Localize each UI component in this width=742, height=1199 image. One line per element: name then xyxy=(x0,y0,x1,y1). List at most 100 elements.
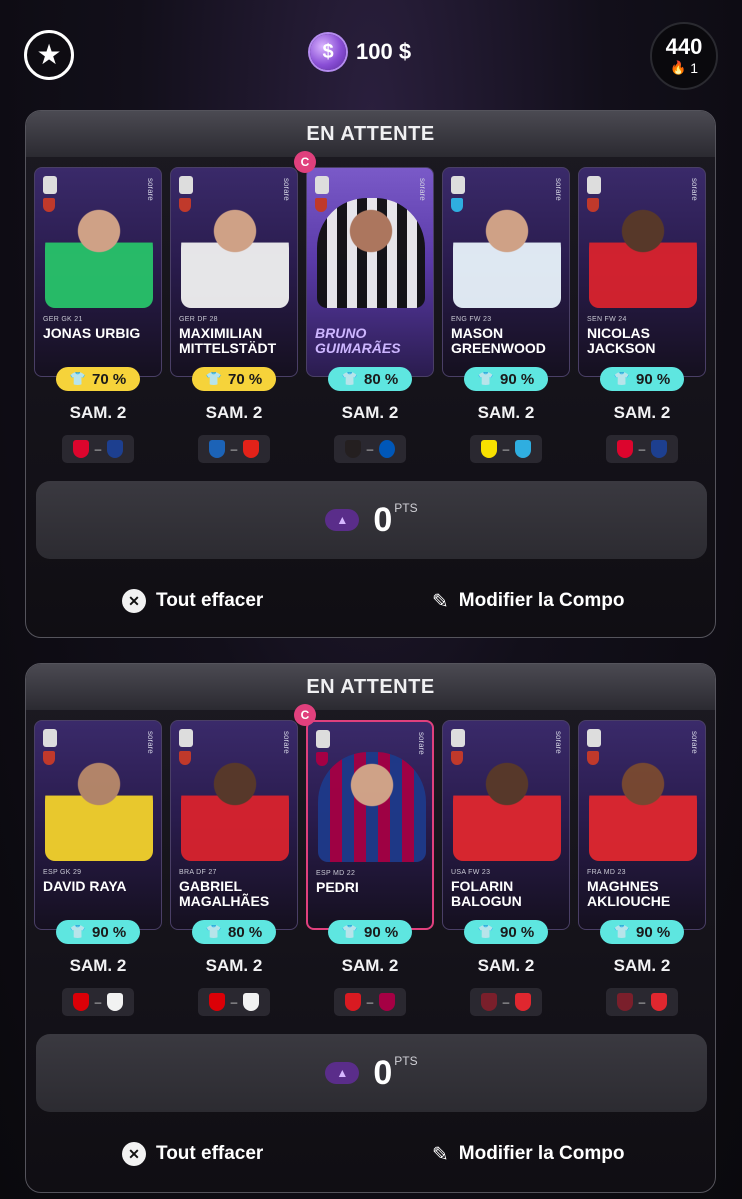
fixture[interactable]: – xyxy=(470,435,542,463)
player-card[interactable]: sorare GER DF 28 MAXIMILIAN MITTELSTÄDT … xyxy=(170,167,298,463)
club-icon xyxy=(43,198,55,212)
streak-count: 1 xyxy=(690,60,698,76)
bonus-value: 90 % xyxy=(499,923,535,941)
player-name: GABRIEL MAGALHÃES xyxy=(179,878,270,909)
pts-label: PTS xyxy=(394,500,418,515)
shirt-icon: 👕 xyxy=(69,371,86,386)
player-name: MAXIMILIAN MITTELSTÄDT xyxy=(179,325,277,356)
fixture[interactable]: – xyxy=(334,435,406,463)
match-day: SAM. 2 xyxy=(341,403,399,422)
bonus-pill: 👕 70 % xyxy=(56,367,140,391)
bonus-value: 90 % xyxy=(635,370,671,388)
match-day: SAM. 2 xyxy=(205,956,263,975)
bonus-pill: 👕 90 % xyxy=(600,920,684,944)
player-meta: SEN FW 24 xyxy=(587,316,627,323)
brand-label: sorare xyxy=(146,178,155,201)
league-icon xyxy=(315,176,329,194)
player-meta: ESP GK 29 xyxy=(43,869,82,876)
player-card[interactable]: sorare SEN FW 24 NICOLAS JACKSON 👕 90 % S… xyxy=(578,167,706,463)
player-card[interactable]: sorare BRA DF 27 GABRIEL MAGALHÃES 👕 80 %… xyxy=(170,720,298,1016)
balance[interactable]: $ 100 $ xyxy=(310,32,411,72)
player-photo xyxy=(181,198,289,308)
coin-icon: $ xyxy=(310,34,346,70)
home-crest-icon xyxy=(344,993,361,1011)
shirt-icon: 👕 xyxy=(477,371,494,386)
home-crest-icon xyxy=(616,440,633,458)
close-icon: ✕ xyxy=(122,589,146,613)
away-crest-icon xyxy=(651,993,668,1011)
brand-label: sorare xyxy=(282,731,291,754)
player-card[interactable]: sorare ESP MD 22 PEDRI 👕 90 % SAM. 2 – xyxy=(306,720,434,1016)
brand-label: sorare xyxy=(146,731,155,754)
points-value: 0 xyxy=(373,1053,393,1092)
lineup-status: EN ATTENTE xyxy=(26,664,715,710)
player-name: FOLARIN BALOGUN xyxy=(451,878,522,909)
card-art: sorare FRA MD 23 MAGHNES AKLIOUCHE xyxy=(578,720,706,930)
player-photo xyxy=(589,198,697,308)
club-icon xyxy=(179,751,191,765)
player-meta: ENG FW 23 xyxy=(451,316,492,323)
fixture[interactable]: – xyxy=(470,988,542,1016)
match-day: SAM. 2 xyxy=(69,956,127,975)
match-day: SAM. 2 xyxy=(613,403,671,422)
club-icon xyxy=(587,751,599,765)
balance-amount: 100 $ xyxy=(356,39,412,64)
player-meta: ESP MD 22 xyxy=(316,870,356,877)
card-art: sorare ESP MD 22 PEDRI xyxy=(306,720,434,930)
fixture[interactable]: – xyxy=(62,435,134,463)
player-card[interactable]: sorare FRA MD 23 MAGHNES AKLIOUCHE 👕 90 %… xyxy=(578,720,706,1016)
player-card[interactable]: sorare ENG FW 23 MASON GREENWOOD 👕 90 % S… xyxy=(442,167,570,463)
shirt-icon: 👕 xyxy=(69,924,86,939)
bonus-value: 70 % xyxy=(91,370,127,388)
boost-icon[interactable]: ▲ xyxy=(325,509,360,531)
fixture[interactable]: – xyxy=(606,435,678,463)
edit-label: Modifier la Compo xyxy=(458,1143,625,1164)
star-icon[interactable]: ★ xyxy=(24,30,74,80)
brand-label: sorare xyxy=(418,178,427,201)
edit-lineup-button[interactable]: ✎ Modifier la Compo xyxy=(432,1134,625,1174)
player-photo xyxy=(318,752,426,862)
player-card[interactable]: sorare USA FW 23 FOLARIN BALOGUN 👕 90 % S… xyxy=(442,720,570,1016)
clear-label: Tout effacer xyxy=(156,590,264,611)
brand-label: sorare xyxy=(282,178,291,201)
match-day: SAM. 2 xyxy=(341,956,399,975)
match-day: SAM. 2 xyxy=(69,403,127,422)
card-art: sorare BRUNO GUIMARÃES xyxy=(306,167,434,377)
edit-lineup-button[interactable]: ✎ Modifier la Compo xyxy=(432,581,625,621)
player-photo xyxy=(453,751,561,861)
player-meta: GER DF 28 xyxy=(179,316,218,323)
league-icon xyxy=(179,176,193,194)
away-crest-icon xyxy=(107,993,124,1011)
boost-icon[interactable]: ▲ xyxy=(325,1062,360,1084)
bonus-value: 70 % xyxy=(227,370,263,388)
league-icon xyxy=(451,729,465,747)
streak: 🔥 1 xyxy=(670,60,698,76)
fixture[interactable]: – xyxy=(198,988,270,1016)
lineup-actions: ✕ Tout effacer ✎ Modifier la Compo xyxy=(26,1134,715,1174)
league-icon xyxy=(587,729,601,747)
card-art: sorare USA FW 23 FOLARIN BALOGUN xyxy=(442,720,570,930)
player-card[interactable]: sorare GER GK 21 JONAS URBIG 👕 70 % SAM. … xyxy=(34,167,162,463)
bonus-pill: 👕 90 % xyxy=(600,367,684,391)
player-meta: BRA DF 27 xyxy=(179,869,217,876)
player-card[interactable]: sorare ESP GK 29 DAVID RAYA 👕 90 % SAM. 2… xyxy=(34,720,162,1016)
fixture[interactable]: – xyxy=(606,988,678,1016)
home-crest-icon xyxy=(344,440,361,458)
league-icon xyxy=(316,730,330,748)
card-art: sorare ENG FW 23 MASON GREENWOOD xyxy=(442,167,570,377)
player-card[interactable]: sorare BRUNO GUIMARÃES 👕 80 % SAM. 2 – xyxy=(306,167,434,463)
fixture[interactable]: – xyxy=(334,988,406,1016)
fixture[interactable]: – xyxy=(62,988,134,1016)
clear-button[interactable]: ✕ Tout effacer xyxy=(122,581,263,621)
player-photo xyxy=(181,751,289,861)
league-icon xyxy=(43,176,57,194)
clear-label: Tout effacer xyxy=(156,1143,264,1164)
score-badge[interactable]: 440 🔥 1 xyxy=(650,22,718,90)
shirt-icon: 👕 xyxy=(477,924,494,939)
shirt-icon: 👕 xyxy=(341,371,358,386)
fixture[interactable]: – xyxy=(198,435,270,463)
league-icon xyxy=(451,176,465,194)
bonus-pill: 👕 80 % xyxy=(328,367,412,391)
edit-label: Modifier la Compo xyxy=(458,590,625,611)
clear-button[interactable]: ✕ Tout effacer xyxy=(122,1134,263,1174)
